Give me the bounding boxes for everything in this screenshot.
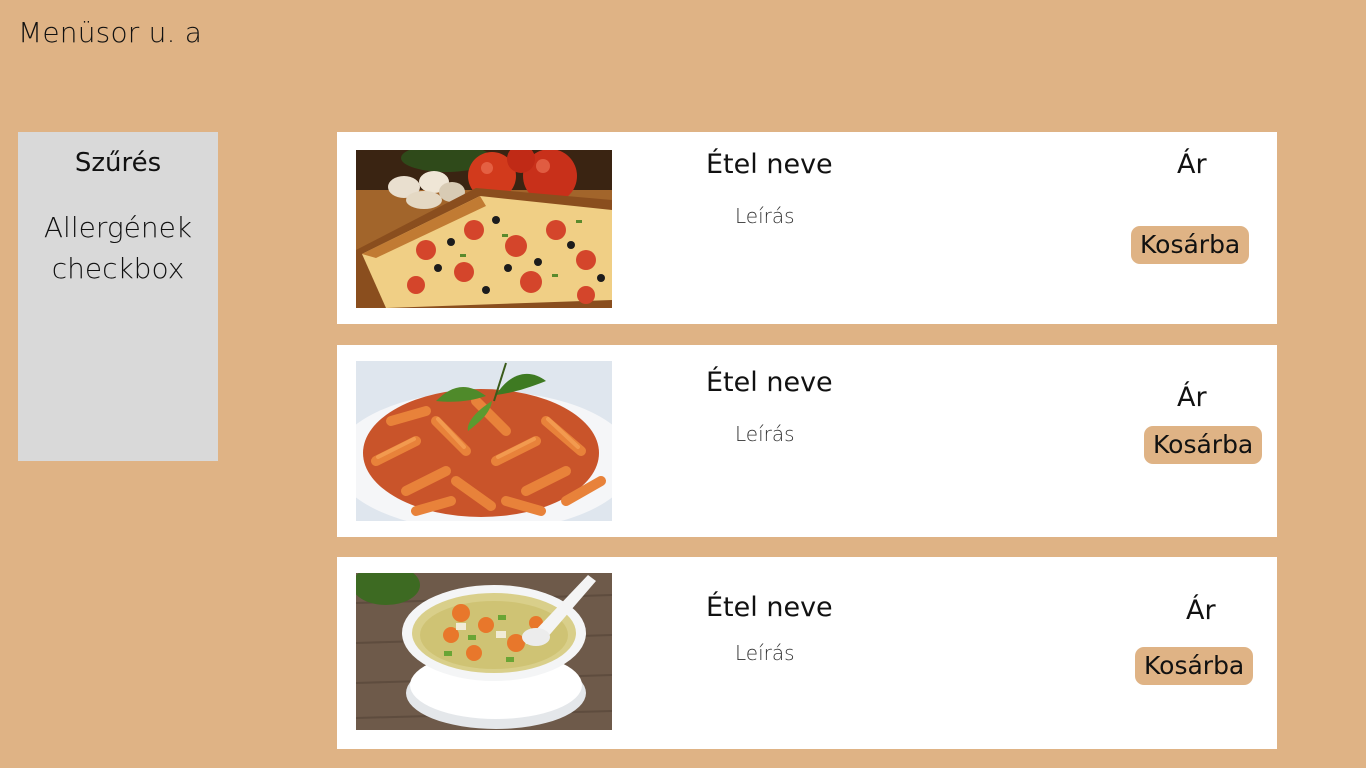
pizza-image: [356, 150, 612, 308]
add-to-cart-button[interactable]: Kosárba: [1144, 426, 1263, 464]
allergen-checkbox-placeholder[interactable]: Allergének checkbox: [18, 208, 218, 289]
food-name[interactable]: Étel neve: [706, 592, 833, 623]
pasta-image: [356, 361, 612, 521]
food-description: Leírás: [735, 422, 795, 446]
allergen-label-line1: Allergének: [43, 211, 193, 244]
allergen-label-line2: checkbox: [51, 251, 185, 285]
menubar-title[interactable]: Menüsor u. a: [18, 16, 202, 49]
add-to-cart-button[interactable]: Kosárba: [1135, 647, 1254, 685]
food-price: Ár: [1177, 149, 1207, 180]
soup-image: [356, 573, 612, 730]
filter-title: Szűrés: [74, 148, 162, 178]
food-price: Ár: [1177, 382, 1207, 413]
menu-item-card: Étel neve Leírás Ár Kosárba: [337, 132, 1277, 324]
food-name[interactable]: Étel neve: [706, 367, 833, 398]
page: Menüsor u. a Szűrés Allergének checkbox: [0, 0, 1366, 768]
filter-panel: Szűrés Allergének checkbox: [18, 132, 218, 461]
add-to-cart-button[interactable]: Kosárba: [1131, 226, 1250, 264]
menu-item-card: Étel neve Leírás Ár Kosárba: [337, 345, 1277, 537]
food-name[interactable]: Étel neve: [706, 149, 833, 180]
menu-item-card: Étel neve Leírás Ár Kosárba: [337, 557, 1277, 749]
food-description: Leírás: [735, 641, 795, 665]
food-price: Ár: [1186, 595, 1216, 626]
food-description: Leírás: [735, 204, 795, 228]
